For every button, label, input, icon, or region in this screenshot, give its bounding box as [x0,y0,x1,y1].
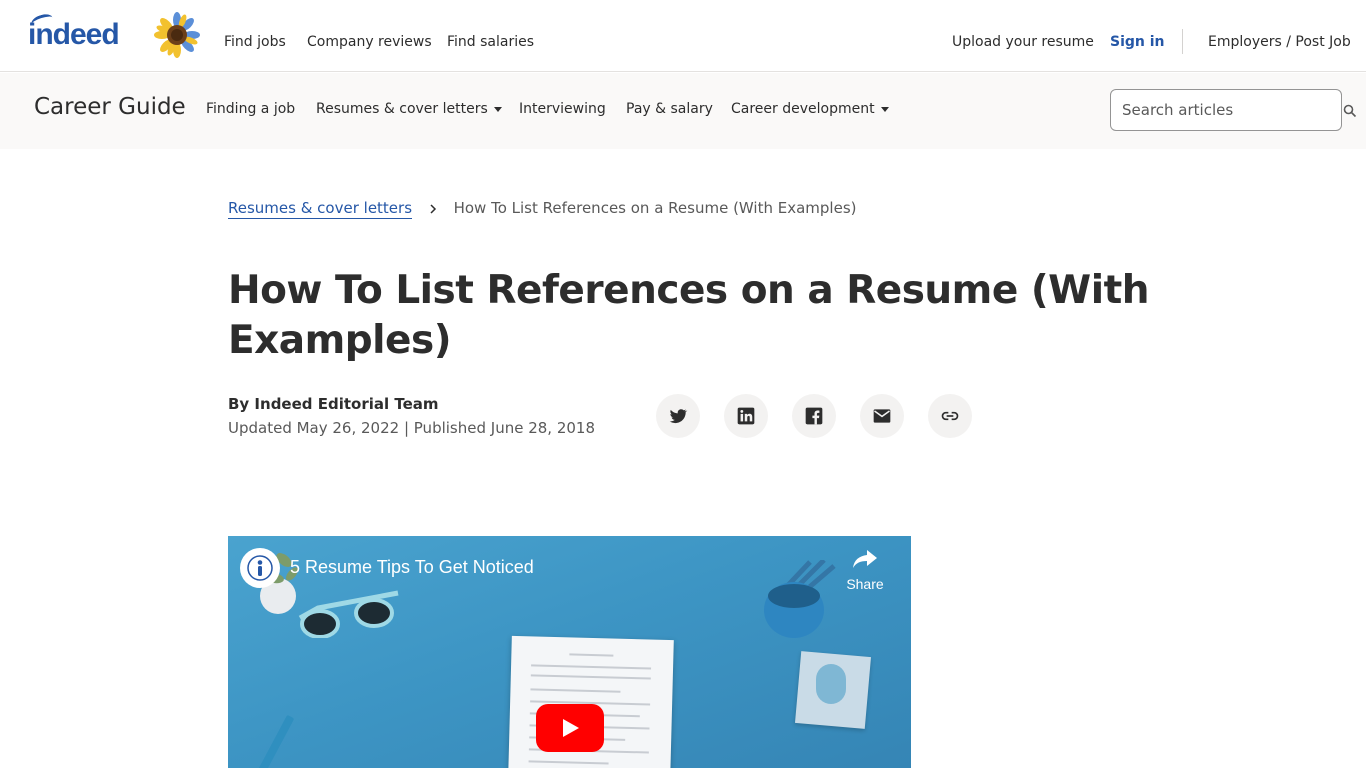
embedded-video[interactable]: 5 Resume Tips To Get Noticed Share [228,536,911,768]
page-title: How To List References on a Resume (With… [228,268,1149,363]
search-input[interactable] [1111,90,1331,130]
video-share-button[interactable]: Share [843,548,887,592]
twitter-icon [669,409,688,424]
breadcrumb-parent-link[interactable]: Resumes & cover letters [228,199,413,219]
channel-logo-icon[interactable] [240,548,280,588]
breadcrumb: Resumes & cover letters How To List Refe… [228,199,857,219]
sunglasses-image [298,590,399,638]
video-share-label: Share [846,576,884,592]
share-linkedin-button[interactable] [724,394,768,438]
cg-nav-interviewing[interactable]: Interviewing [519,101,606,117]
computer-mouse-image [816,664,846,704]
chevron-right-icon [430,203,436,214]
share-email-button[interactable] [860,394,904,438]
linkedin-icon [737,407,755,425]
link-icon [941,411,959,421]
cg-nav-resumes[interactable]: Resumes & cover letters [316,101,502,117]
indeed-i-icon [247,555,273,581]
career-guide-bar: Career Guide Finding a job Resumes & cov… [0,73,1366,149]
copy-link-button[interactable] [928,394,972,438]
nav-divider [1182,29,1183,54]
cg-nav-pay-salary[interactable]: Pay & salary [626,101,713,117]
video-title[interactable]: 5 Resume Tips To Get Noticed [290,557,534,578]
upload-resume-link[interactable]: Upload your resume [952,34,1094,50]
breadcrumb-current: How To List References on a Resume (With… [453,199,857,217]
search-box [1110,89,1342,131]
play-button[interactable] [536,704,604,752]
chevron-down-icon [493,106,502,112]
pencil-cup-image [764,560,836,638]
share-facebook-button[interactable] [792,394,836,438]
cg-nav-career-development[interactable]: Career development [731,101,889,117]
nav-find-salaries[interactable]: Find salaries [447,34,534,50]
search-icon[interactable] [1343,104,1357,118]
share-twitter-button[interactable] [656,394,700,438]
indeed-logo[interactable]: indeed [28,11,120,52]
email-icon [873,409,891,423]
share-arrow-icon [853,550,877,568]
article-author: By Indeed Editorial Team [228,395,439,413]
top-navigation: indeed Find jobs Company reviews Find sa… [0,0,1366,72]
cg-nav-finding-a-job[interactable]: Finding a job [206,101,295,117]
chevron-down-icon [880,106,889,112]
sunflower-icon [154,12,200,58]
article-dates: Updated May 26, 2022 | Published June 28… [228,419,595,437]
sign-in-link[interactable]: Sign in [1110,34,1165,50]
employers-link[interactable]: Employers / Post Job [1208,34,1351,50]
nav-company-reviews[interactable]: Company reviews [307,34,432,50]
facebook-icon [805,407,823,425]
nav-find-jobs[interactable]: Find jobs [224,34,286,50]
career-guide-title[interactable]: Career Guide [34,94,186,120]
pencil-image [249,714,295,768]
